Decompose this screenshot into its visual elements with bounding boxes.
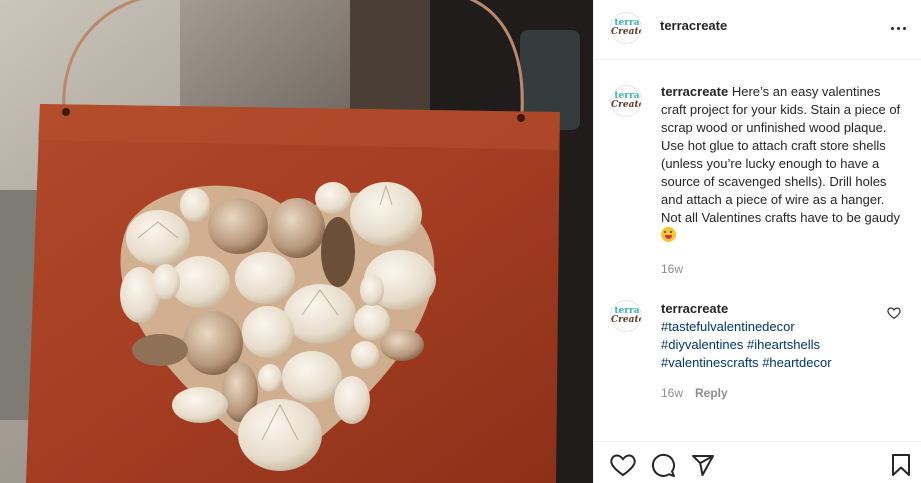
tongue-out-emoji-icon <box>661 227 676 242</box>
caption-timestamp[interactable]: 16w <box>661 262 683 276</box>
comment-avatar[interactable]: terra Create <box>610 300 642 332</box>
hashtag-link[interactable]: #iheartshells <box>747 337 820 352</box>
hashtag-link[interactable]: #heartdecor <box>762 355 831 370</box>
post-side-panel: terra Create terracreate terra Create te… <box>593 0 921 483</box>
comment-icon[interactable] <box>651 453 676 478</box>
avatar[interactable]: terra Create <box>610 12 642 44</box>
post-image[interactable] <box>0 0 593 483</box>
action-bar <box>594 441 921 483</box>
more-horizontal-icon[interactable] <box>886 16 910 40</box>
caption-username[interactable]: terracreate <box>661 84 728 99</box>
post-image-art <box>0 0 593 483</box>
caption-text: Here’s an easy valentines craft project … <box>661 84 901 225</box>
hashtag-link[interactable]: #tastefulvalentinedecor <box>661 319 795 334</box>
comment-like-heart-icon[interactable] <box>887 306 901 320</box>
avatar-text-bottom: Create <box>611 315 642 325</box>
avatar-text-bottom: Create <box>611 100 642 110</box>
comment-timestamp[interactable]: 16w <box>661 386 683 400</box>
hashtag-link[interactable]: #diyvalentines <box>661 337 743 352</box>
caption-avatar[interactable]: terra Create <box>610 85 642 117</box>
comment-hashtags: #tastefulvalentinedecor #diyvalentines #… <box>661 318 881 372</box>
reply-button[interactable]: Reply <box>695 386 728 400</box>
hashtag-link[interactable]: #valentinescrafts <box>661 355 759 370</box>
header-username[interactable]: terracreate <box>660 18 727 33</box>
heart-icon[interactable] <box>610 453 636 477</box>
caption: terracreate Here’s an easy valentines cr… <box>661 83 906 245</box>
post-header: terra Create terracreate <box>594 0 921 60</box>
comment-meta: 16w Reply <box>661 386 728 400</box>
share-icon[interactable] <box>691 453 715 477</box>
avatar-text-bottom: Create <box>611 27 642 37</box>
bookmark-icon[interactable] <box>891 453 911 477</box>
comment-username[interactable]: terracreate <box>661 301 728 316</box>
